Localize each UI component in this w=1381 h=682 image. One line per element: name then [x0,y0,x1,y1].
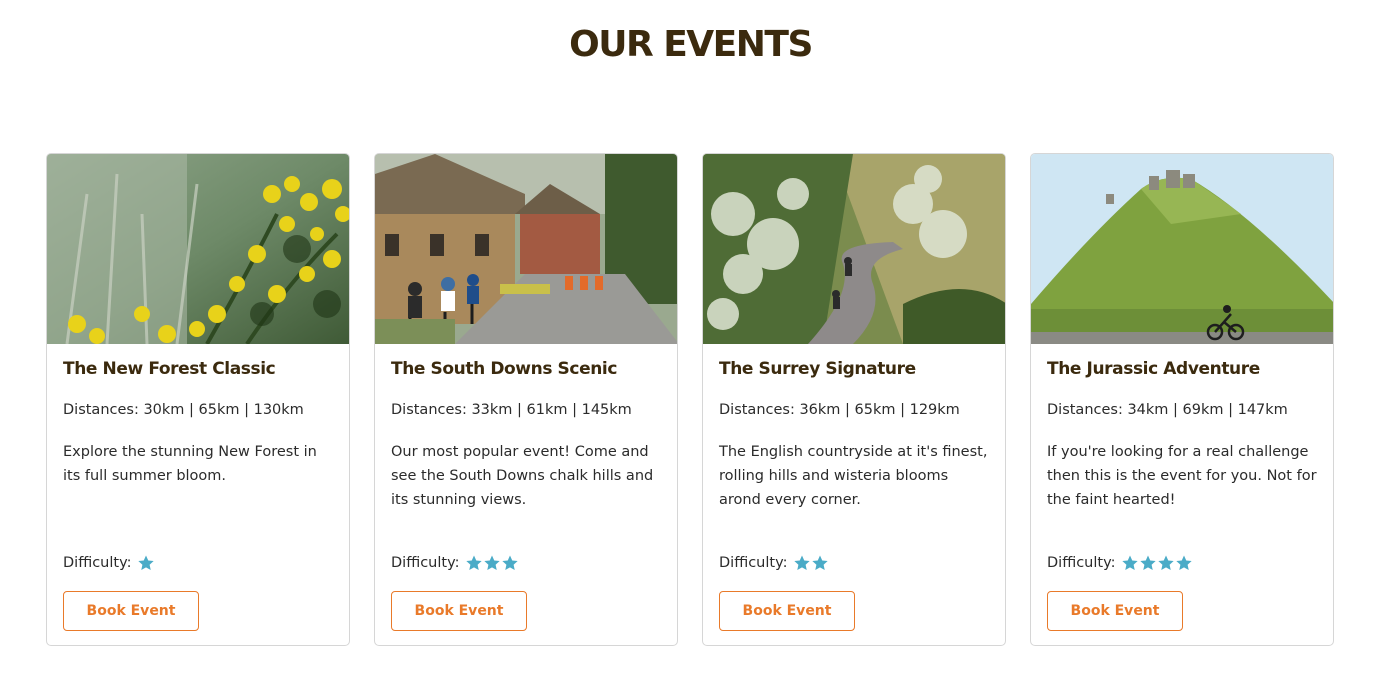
event-card: The Surrey Signature Distances: 36km | 6… [702,153,1006,646]
event-title: The New Forest Classic [63,359,276,379]
event-card: The South Downs Scenic Distances: 33km |… [374,153,678,646]
difficulty-label: Difficulty: [719,555,788,571]
event-difficulty: Difficulty: [63,554,155,572]
event-title: The Surrey Signature [719,359,916,379]
event-image-new-forest [47,154,349,344]
difficulty-label: Difficulty: [391,555,460,571]
event-description: If you're looking for a real challenge t… [1047,444,1317,508]
event-distances: Distances: 36km | 65km | 129km [719,402,960,418]
event-card: The New Forest Classic Distances: 30km |… [46,153,350,646]
event-title: The South Downs Scenic [391,359,618,379]
book-event-button[interactable]: Book Event [391,591,527,631]
page-title: OUR EVENTS [569,24,813,65]
star-icon [1175,555,1192,571]
difficulty-stars [137,554,155,572]
event-description: The English countryside at it's finest, … [719,444,988,508]
book-event-button[interactable]: Book Event [63,591,199,631]
event-image-jurassic [1031,154,1333,344]
event-image-south-downs [375,154,677,344]
star-icon [811,555,828,571]
star-icon [1121,555,1138,571]
difficulty-label: Difficulty: [1047,555,1116,571]
star-icon [501,555,518,571]
star-icon [1139,555,1156,571]
difficulty-label: Difficulty: [63,555,132,571]
difficulty-stars [1121,554,1193,572]
event-distances: Distances: 30km | 65km | 130km [63,402,304,418]
event-image-surrey [703,154,1005,344]
difficulty-stars [465,554,519,572]
star-icon [483,555,500,571]
star-icon [465,555,482,571]
event-description: Explore the stunning New Forest in its f… [63,444,317,484]
event-distances: Distances: 33km | 61km | 145km [391,402,632,418]
event-distances: Distances: 34km | 69km | 147km [1047,402,1288,418]
event-description: Our most popular event! Come and see the… [391,444,654,508]
book-event-button[interactable]: Book Event [1047,591,1183,631]
event-difficulty: Difficulty: [719,554,829,572]
star-icon [1157,555,1174,571]
difficulty-stars [793,554,829,572]
star-icon [137,555,154,571]
event-card: The Jurassic Adventure Distances: 34km |… [1030,153,1334,646]
event-difficulty: Difficulty: [391,554,519,572]
events-list: The New Forest Classic Distances: 30km |… [46,153,1334,646]
book-event-button[interactable]: Book Event [719,591,855,631]
event-title: The Jurassic Adventure [1047,359,1260,379]
star-icon [793,555,810,571]
event-difficulty: Difficulty: [1047,554,1193,572]
